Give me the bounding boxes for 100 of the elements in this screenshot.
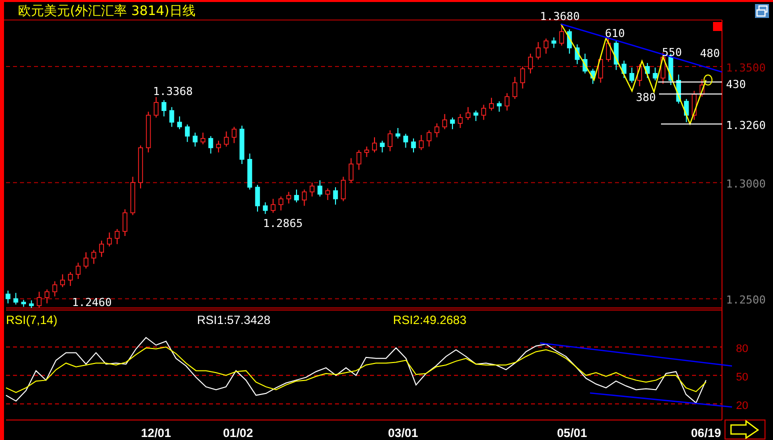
- candle: [270, 198, 276, 214]
- candle: [590, 68, 596, 84]
- candle: [622, 60, 626, 79]
- candle: [255, 184, 260, 212]
- candle: [177, 116, 182, 130]
- candle: [36, 291, 42, 308]
- price-annotation: 610: [605, 27, 625, 40]
- candle: [637, 64, 642, 87]
- price-annotation: 1.3680: [540, 10, 580, 23]
- candle: [13, 292, 18, 306]
- date-axis-label: 01/02: [222, 426, 254, 440]
- candle: [208, 136, 214, 154]
- candle: [692, 90, 697, 120]
- candle: [232, 126, 237, 144]
- candle: [606, 36, 611, 62]
- candle: [380, 140, 385, 153]
- price-axis-label: 1.2500: [726, 294, 766, 307]
- candle: [325, 188, 330, 200]
- candle: [130, 176, 136, 216]
- candle: [411, 138, 416, 153]
- candle: [302, 189, 307, 206]
- date-axis-label: 06/19: [690, 426, 722, 440]
- rsi1-value: RSI1:57.3428: [197, 313, 270, 327]
- price-annotation: 1.2460: [72, 296, 112, 309]
- candle: [496, 100, 502, 112]
- candle: [388, 130, 392, 152]
- candle: [614, 40, 619, 70]
- candle: [138, 144, 143, 189]
- rsi-parameters: RSI(7,14): [6, 313, 58, 327]
- candle: [364, 146, 370, 158]
- candle: [52, 280, 58, 297]
- candle: [224, 130, 229, 148]
- candle: [99, 240, 104, 258]
- candle: [356, 150, 362, 170]
- candle: [162, 100, 166, 117]
- candle: [559, 24, 564, 46]
- date-axis-label: 12/01: [140, 426, 172, 440]
- candle: [684, 98, 689, 123]
- candle: [310, 182, 314, 198]
- candle: [318, 180, 322, 198]
- candle: [512, 76, 518, 100]
- candle: [294, 189, 299, 203]
- price-annotation: 380: [636, 91, 656, 104]
- price-annotation: 1.3260: [726, 119, 766, 132]
- candle: [200, 132, 206, 145]
- price-axis-label: 1.3000: [726, 178, 766, 191]
- circle-marker: [704, 74, 712, 86]
- candle: [169, 106, 174, 128]
- candle: [520, 66, 526, 90]
- price-annotation: 480: [700, 47, 720, 60]
- candle: [114, 228, 120, 245]
- candle: [192, 132, 198, 148]
- window-restore-icon[interactable]: [755, 4, 769, 18]
- price-annotation: 430: [726, 78, 746, 91]
- candle: [286, 191, 292, 204]
- marker-square-icon: [713, 22, 722, 31]
- next-arrow-button[interactable]: [724, 420, 766, 440]
- candle: [146, 111, 151, 153]
- candle: [426, 130, 432, 148]
- candle: [434, 122, 440, 138]
- candle: [154, 96, 159, 118]
- date-axis-label: 05/01: [556, 426, 588, 440]
- candle: [122, 208, 128, 236]
- candle: [60, 274, 65, 288]
- candle: [629, 67, 634, 84]
- price-annotation: 550: [662, 46, 682, 59]
- rsi-axis-label: 80: [736, 342, 748, 355]
- candle: [76, 262, 81, 280]
- price-annotation: 1.2865: [263, 217, 303, 230]
- candle: [418, 134, 424, 151]
- candle: [544, 38, 548, 54]
- candle: [372, 136, 377, 153]
- candle: [333, 186, 338, 206]
- candle: [489, 97, 494, 112]
- candle: [504, 92, 510, 112]
- date-axis-label: 03/01: [388, 426, 418, 440]
- candle: [340, 176, 346, 202]
- candle: [450, 117, 455, 130]
- candle: [21, 299, 26, 308]
- candle: [84, 252, 88, 270]
- candle: [598, 56, 604, 84]
- candle: [652, 67, 658, 81]
- candle: [44, 288, 50, 304]
- candle: [574, 44, 580, 65]
- candle: [262, 202, 268, 214]
- candle: [68, 272, 73, 286]
- candle: [458, 114, 463, 128]
- candle: [551, 36, 556, 48]
- candle: [528, 53, 533, 74]
- candle: [6, 290, 10, 304]
- candle: [536, 42, 541, 60]
- candle: [91, 249, 96, 264]
- candle: [481, 104, 486, 120]
- candle: [473, 110, 478, 122]
- price-axis-label: 1.3500: [726, 61, 766, 74]
- candle: [184, 124, 190, 142]
- candle: [348, 158, 354, 184]
- candle: [106, 232, 112, 247]
- candle: [442, 114, 448, 130]
- rsi-axis-label: 50: [736, 371, 748, 384]
